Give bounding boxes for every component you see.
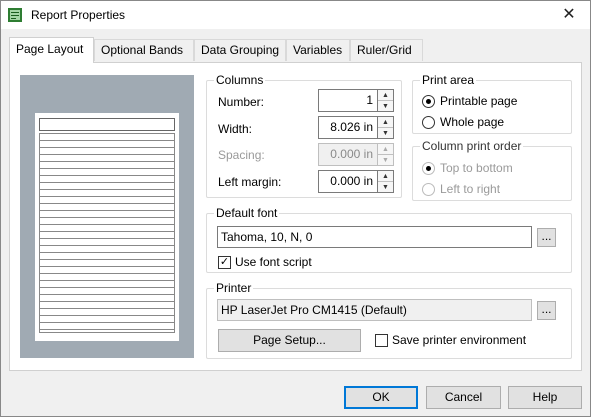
page-setup-button[interactable]: Page Setup... [218,329,361,352]
spin-down-icon: ▼ [382,157,389,164]
default-font-field[interactable]: Tahoma, 10, N, 0 [217,226,532,248]
spin-up-icon: ▲ [378,144,393,155]
radio-icon [422,183,435,196]
width-value[interactable]: 8.026 in [318,116,378,139]
column-print-order-legend: Column print order [420,139,524,153]
spin-up-icon[interactable]: ▲ [378,117,393,128]
window-title: Report Properties [31,8,126,22]
preview-header-band [39,118,175,131]
whole-page-label: Whole page [440,115,505,129]
left-margin-spinner[interactable]: 0.000 in ▲ ▼ [318,170,396,193]
print-area-legend: Print area [420,73,477,87]
report-icon [8,8,22,22]
radio-icon[interactable] [422,116,435,129]
radio-selected-icon[interactable] [422,95,435,108]
cancel-button[interactable]: Cancel [426,386,501,409]
page-preview [20,75,194,358]
report-properties-dialog: Report Properties ✕ Page Layout Optional… [0,0,591,417]
tab-variables[interactable]: Variables [286,39,350,61]
spin-up-icon[interactable]: ▲ [378,171,393,182]
tab-data-grouping[interactable]: Data Grouping [194,39,286,61]
number-label: Number: [218,95,265,109]
checkbox-checked-icon[interactable]: ✓ [218,256,231,269]
font-browse-button[interactable]: ... [537,228,556,247]
left-to-right-label: Left to right [440,182,501,196]
tab-optional-bands[interactable]: Optional Bands [94,39,194,61]
default-font-legend: Default font [214,206,280,220]
checkbox-icon[interactable] [375,334,388,347]
title-bar: Report Properties ✕ [1,1,590,29]
preview-detail-lines [39,133,175,333]
printer-legend: Printer [214,281,254,295]
spin-down-icon[interactable]: ▼ [378,182,393,193]
tab-page-layout[interactable]: Page Layout [9,37,94,63]
page-layout-panel: Columns Number: 1 ▲ ▼ Width: 8.026 in ▲ … [9,62,582,371]
spin-up-icon[interactable]: ▲ [378,90,393,101]
number-spinner[interactable]: 1 ▲ ▼ [318,89,396,112]
column-print-order-group: Column print order Top to bottom Left to… [412,139,572,201]
default-font-group: Default font Tahoma, 10, N, 0 ... ✓ Use … [206,206,572,273]
columns-group: Columns Number: 1 ▲ ▼ Width: 8.026 in ▲ … [206,73,402,198]
left-margin-label: Left margin: [218,175,282,189]
print-area-group: Print area Printable page Whole page [412,73,572,134]
printer-browse-button[interactable]: ... [537,301,556,320]
spacing-label: Spacing: [218,148,265,162]
radio-selected-icon [422,162,435,175]
number-value[interactable]: 1 [318,89,378,112]
preview-page [35,113,179,341]
spacing-value: 0.000 in [318,143,378,166]
top-to-bottom-label: Top to bottom [440,161,513,175]
width-spinner[interactable]: 8.026 in ▲ ▼ [318,116,396,139]
printer-field: HP LaserJet Pro CM1415 (Default) [217,299,532,321]
printer-group: Printer HP LaserJet Pro CM1415 (Default)… [206,281,572,359]
ok-button[interactable]: OK [344,386,418,409]
save-printer-environment-label: Save printer environment [392,333,527,347]
use-font-script-label: Use font script [235,255,312,269]
printable-page-label: Printable page [440,94,518,108]
close-icon[interactable]: ✕ [552,1,586,29]
left-margin-value[interactable]: 0.000 in [318,170,378,193]
spacing-spinner: 0.000 in ▲ ▼ [318,143,396,166]
spin-down-icon[interactable]: ▼ [378,101,393,112]
tab-ruler-grid[interactable]: Ruler/Grid [350,39,423,61]
width-label: Width: [218,122,253,136]
spin-down-icon[interactable]: ▼ [378,128,393,139]
columns-legend: Columns [214,73,266,87]
help-button[interactable]: Help [508,386,582,409]
